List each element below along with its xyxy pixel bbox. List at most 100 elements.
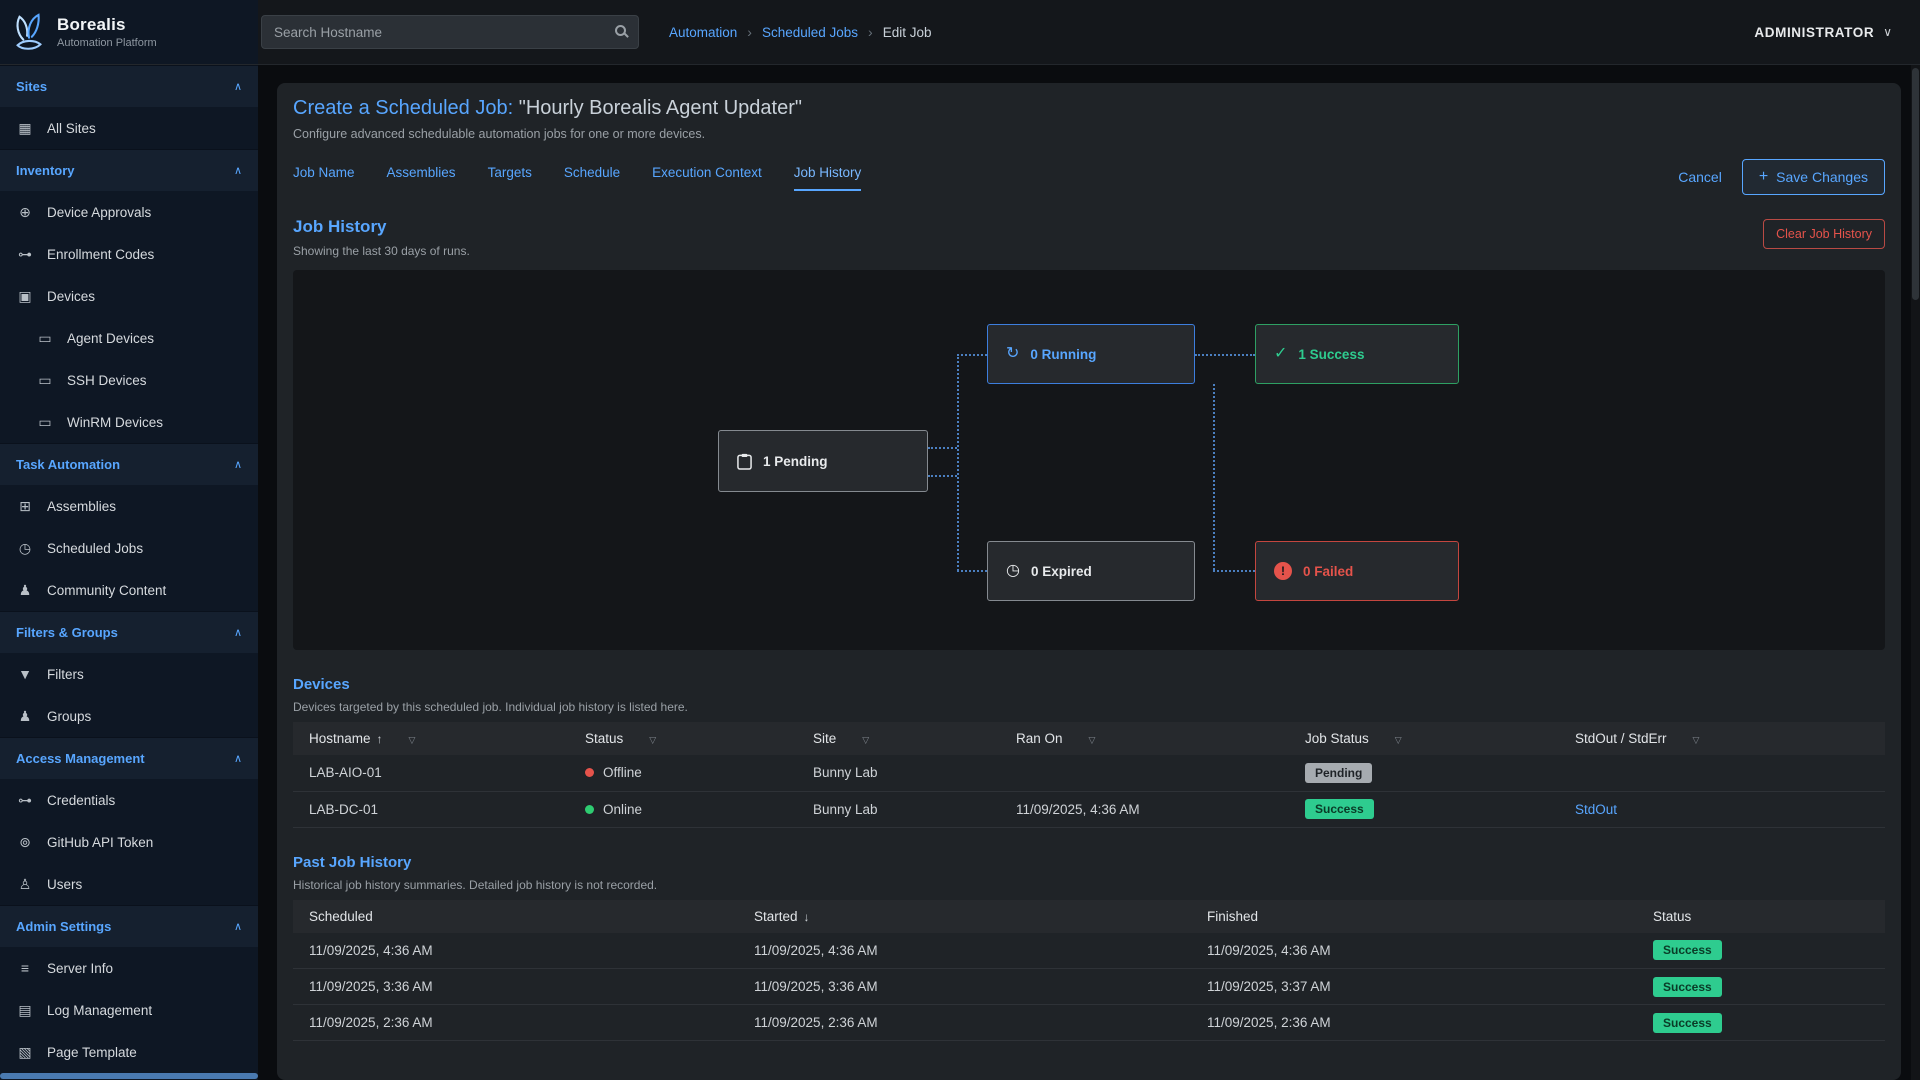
flow-running-box[interactable]: ↻ 0 Running xyxy=(987,324,1195,384)
flow-expired-box[interactable]: ◷ 0 Expired xyxy=(987,541,1195,601)
sidebar-section-sites[interactable]: Sites∧ xyxy=(0,65,258,107)
breadcrumb-item-automation[interactable]: Automation xyxy=(669,25,737,40)
sidebar-item-page-template[interactable]: ▧Page Template xyxy=(0,1031,258,1073)
brand[interactable]: Borealis Automation Platform xyxy=(0,0,258,64)
filter-icon[interactable]: ▽ xyxy=(649,735,656,745)
user-menu[interactable]: ADMINISTRATOR ∨ xyxy=(1754,0,1920,64)
sidebar-item-credentials[interactable]: ⊶Credentials xyxy=(0,779,258,821)
sidebar-section-admin-settings[interactable]: Admin Settings∧ xyxy=(0,905,258,947)
sidebar-item-log-management[interactable]: ▤Log Management xyxy=(0,989,258,1031)
breadcrumb: Automation›Scheduled Jobs›Edit Job xyxy=(669,0,932,64)
main-content: Create a Scheduled Job: "Hourly Borealis… xyxy=(258,65,1920,1080)
refresh-icon: ↻ xyxy=(1006,346,1019,362)
past-status: Success xyxy=(1637,1005,1885,1041)
past-started: 11/09/2025, 4:36 AM xyxy=(738,933,1191,969)
past-history-row[interactable]: 11/09/2025, 3:36 AM11/09/2025, 3:36 AM11… xyxy=(293,969,1885,1005)
devices-column-hostname[interactable]: Hostname↑▽ xyxy=(293,722,569,755)
devices-column-stdout-stderr[interactable]: StdOut / StdErr▽ xyxy=(1559,722,1885,755)
sidebar-item-github-api-token[interactable]: ⊚GitHub API Token xyxy=(0,821,258,863)
devices-section: Devices Devices targeted by this schedul… xyxy=(293,676,1885,828)
column-label: Finished xyxy=(1207,909,1258,924)
sidebar-item-label: Community Content xyxy=(47,583,166,598)
device-stdout xyxy=(1559,755,1885,791)
tab-execution-context[interactable]: Execution Context xyxy=(652,165,762,191)
monitor-icon: ▭ xyxy=(36,414,54,431)
tab-job-name[interactable]: Job Name xyxy=(293,165,355,191)
past-history-subheading: Historical job history summaries. Detail… xyxy=(293,878,1885,892)
sidebar-section-filters-groups[interactable]: Filters & Groups∧ xyxy=(0,611,258,653)
column-label: Status xyxy=(585,731,623,746)
cancel-button[interactable]: Cancel xyxy=(1678,169,1722,185)
sidebar-item-devices[interactable]: ▣Devices xyxy=(0,275,258,317)
devices-column-job-status[interactable]: Job Status ▽ xyxy=(1289,722,1559,755)
filter-icon[interactable]: ▽ xyxy=(862,735,869,745)
sidebar-item-users[interactable]: ♙Users xyxy=(0,863,258,905)
sidebar-item-community-content[interactable]: ♟Community Content xyxy=(0,569,258,611)
column-label: Site xyxy=(813,731,836,746)
sidebar-scrollbar[interactable] xyxy=(0,1073,258,1079)
sidebar-item-label: Device Approvals xyxy=(47,205,151,220)
flow-pending-box[interactable]: 1 Pending xyxy=(718,430,928,492)
main-scrollbar-thumb[interactable] xyxy=(1912,68,1919,300)
device-site: Bunny Lab xyxy=(797,755,1000,791)
sort-arrow-icon[interactable]: ↑ xyxy=(377,732,383,746)
sidebar-section-inventory[interactable]: Inventory∧ xyxy=(0,149,258,191)
past-history-row[interactable]: 11/09/2025, 2:36 AM11/09/2025, 2:36 AM11… xyxy=(293,1005,1885,1041)
stopwatch-icon: ◷ xyxy=(1006,563,1020,579)
sidebar-item-winrm-devices[interactable]: ▭WinRM Devices xyxy=(0,401,258,443)
past-finished: 11/09/2025, 3:37 AM xyxy=(1191,969,1637,1005)
device-row-lab-aio-01[interactable]: LAB-AIO-01OfflineBunny LabPending xyxy=(293,755,1885,791)
sidebar-section-access-management[interactable]: Access Management∧ xyxy=(0,737,258,779)
search-input[interactable] xyxy=(261,15,639,49)
devices-column-ran-on[interactable]: Ran On▽ xyxy=(1000,722,1289,755)
sidebar-item-ssh-devices[interactable]: ▭SSH Devices xyxy=(0,359,258,401)
column-label: Status xyxy=(1653,909,1691,924)
past-column-started[interactable]: Started↓ xyxy=(738,900,1191,933)
key-icon: ⊶ xyxy=(16,792,34,809)
device-job-status: Pending xyxy=(1289,755,1559,791)
flow-success-box[interactable]: ✓ 1 Success xyxy=(1255,324,1459,384)
devices-column-site[interactable]: Site ▽ xyxy=(797,722,1000,755)
sidebar-item-label: Enrollment Codes xyxy=(47,247,154,262)
column-label: Job Status xyxy=(1305,731,1369,746)
sidebar-item-enrollment-codes[interactable]: ⊶Enrollment Codes xyxy=(0,233,258,275)
save-changes-button[interactable]: + Save Changes xyxy=(1742,159,1885,195)
tab-job-history[interactable]: Job History xyxy=(794,165,862,191)
devices-table-head-row: Hostname↑▽Status▽Site▽Ran On▽Job Status▽… xyxy=(293,722,1885,755)
sidebar-item-server-info[interactable]: ≡Server Info xyxy=(0,947,258,989)
sidebar-item-assemblies[interactable]: ⊞Assemblies xyxy=(0,485,258,527)
clear-job-history-button[interactable]: Clear Job History xyxy=(1763,219,1885,249)
devices-column-status[interactable]: Status ▽ xyxy=(569,722,797,755)
main-scrollbar[interactable] xyxy=(1911,65,1920,1080)
brand-subtitle: Automation Platform xyxy=(57,37,157,49)
flow-pending-label: 1 Pending xyxy=(763,454,828,469)
stdout-link[interactable]: StdOut xyxy=(1575,802,1617,817)
flow-failed-box[interactable]: ! 0 Failed xyxy=(1255,541,1459,601)
sidebar-item-label: SSH Devices xyxy=(67,373,147,388)
sidebar-item-groups[interactable]: ♟Groups xyxy=(0,695,258,737)
search-icon[interactable] xyxy=(615,25,626,36)
filter-icon[interactable]: ▽ xyxy=(1693,735,1700,745)
filter-icon[interactable]: ▽ xyxy=(1089,735,1096,745)
sidebar-section-task-automation[interactable]: Task Automation∧ xyxy=(0,443,258,485)
flow-connector xyxy=(928,447,957,449)
sidebar-item-device-approvals[interactable]: ⊕Device Approvals xyxy=(0,191,258,233)
past-column-finished[interactable]: Finished xyxy=(1191,900,1637,933)
sidebar-item-scheduled-jobs[interactable]: ◷Scheduled Jobs xyxy=(0,527,258,569)
breadcrumb-item-edit-job[interactable]: Edit Job xyxy=(883,25,932,40)
tab-schedule[interactable]: Schedule xyxy=(564,165,620,191)
sidebar-item-filters[interactable]: ▼Filters xyxy=(0,653,258,695)
sidebar-item-all-sites[interactable]: ▦All Sites xyxy=(0,107,258,149)
past-column-scheduled[interactable]: Scheduled xyxy=(293,900,738,933)
breadcrumb-item-scheduled-jobs[interactable]: Scheduled Jobs xyxy=(762,25,858,40)
sidebar-item-agent-devices[interactable]: ▭Agent Devices xyxy=(0,317,258,359)
past-history-row[interactable]: 11/09/2025, 4:36 AM11/09/2025, 4:36 AM11… xyxy=(293,933,1885,969)
past-column-status[interactable]: Status xyxy=(1637,900,1885,933)
tab-targets[interactable]: Targets xyxy=(488,165,532,191)
filter-icon[interactable]: ▽ xyxy=(1395,735,1402,745)
past-started: 11/09/2025, 2:36 AM xyxy=(738,1005,1191,1041)
sort-arrow-icon[interactable]: ↓ xyxy=(804,910,810,924)
filter-icon[interactable]: ▽ xyxy=(409,735,416,745)
tab-assemblies[interactable]: Assemblies xyxy=(387,165,456,191)
device-row-lab-dc-01[interactable]: LAB-DC-01OnlineBunny Lab11/09/2025, 4:36… xyxy=(293,791,1885,827)
